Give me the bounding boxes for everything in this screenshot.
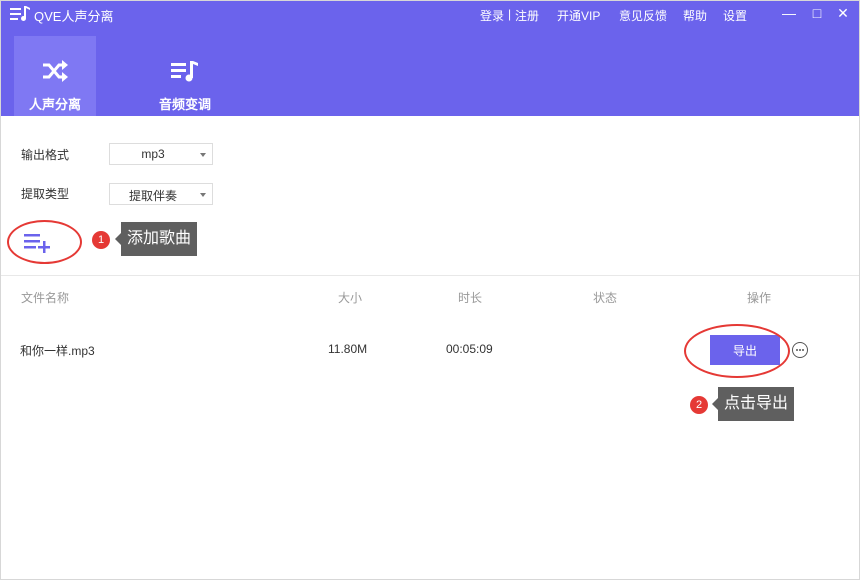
register-link[interactable]: 注册 (515, 7, 539, 24)
divider (0, 275, 860, 276)
header: QVE人声分离 登录 | 注册 开通VIP 意见反馈 帮助 设置 — □ ✕ 人… (0, 0, 860, 116)
column-header-size: 大小 (338, 291, 363, 305)
tab-vocal-separation[interactable]: 人声分离 (14, 36, 96, 116)
link-separator: | (508, 7, 512, 21)
vip-link[interactable]: 开通VIP (557, 7, 600, 24)
tooltip-add-song: 添加歌曲 (114, 222, 198, 256)
column-header-status: 状态 (593, 291, 618, 305)
chevron-down-icon (200, 193, 206, 197)
file-size: 11.80M (328, 342, 368, 356)
extract-type-value: 提取伴奏 (128, 189, 177, 203)
feedback-link[interactable]: 意见反馈 (619, 7, 667, 24)
tab-label: 音频变调 (158, 97, 211, 112)
settings-link[interactable]: 设置 (723, 7, 747, 24)
shuffle-icon (43, 60, 68, 82)
step-badge: 2 (690, 396, 708, 414)
highlight-ring (7, 220, 82, 264)
highlight-ring (684, 324, 790, 378)
close-button[interactable]: ✕ (834, 4, 852, 22)
column-header-duration: 时长 (458, 291, 483, 305)
output-format-select[interactable]: mp3 (109, 143, 213, 165)
help-link[interactable]: 帮助 (683, 7, 707, 24)
column-header-filename: 文件名称 (21, 291, 70, 305)
file-duration: 00:05:09 (446, 342, 493, 356)
maximize-button[interactable]: □ (808, 4, 826, 22)
file-name: 和你一样.mp3 (20, 344, 95, 358)
more-options-icon[interactable] (792, 342, 808, 358)
app-title: QVE人声分离 (34, 9, 114, 24)
output-format-value: mp3 (141, 147, 165, 161)
extract-type-label: 提取类型 (21, 187, 70, 201)
minimize-button[interactable]: — (780, 4, 798, 22)
login-link[interactable]: 登录 (480, 7, 504, 24)
chevron-down-icon (200, 153, 206, 157)
tooltip-export: 点击导出 (711, 387, 795, 421)
title-bar: QVE人声分离 登录 | 注册 开通VIP 意见反馈 帮助 设置 — □ ✕ (0, 0, 860, 30)
music-list-icon (171, 61, 198, 82)
column-header-action: 操作 (747, 291, 772, 305)
step-badge: 1 (92, 231, 110, 249)
tab-pitch-shift[interactable]: 音频变调 (143, 36, 227, 116)
output-format-label: 输出格式 (21, 148, 70, 162)
extract-type-select[interactable]: 提取伴奏 (109, 183, 213, 205)
tab-label: 人声分离 (28, 97, 81, 112)
app-logo-icon (10, 6, 30, 21)
